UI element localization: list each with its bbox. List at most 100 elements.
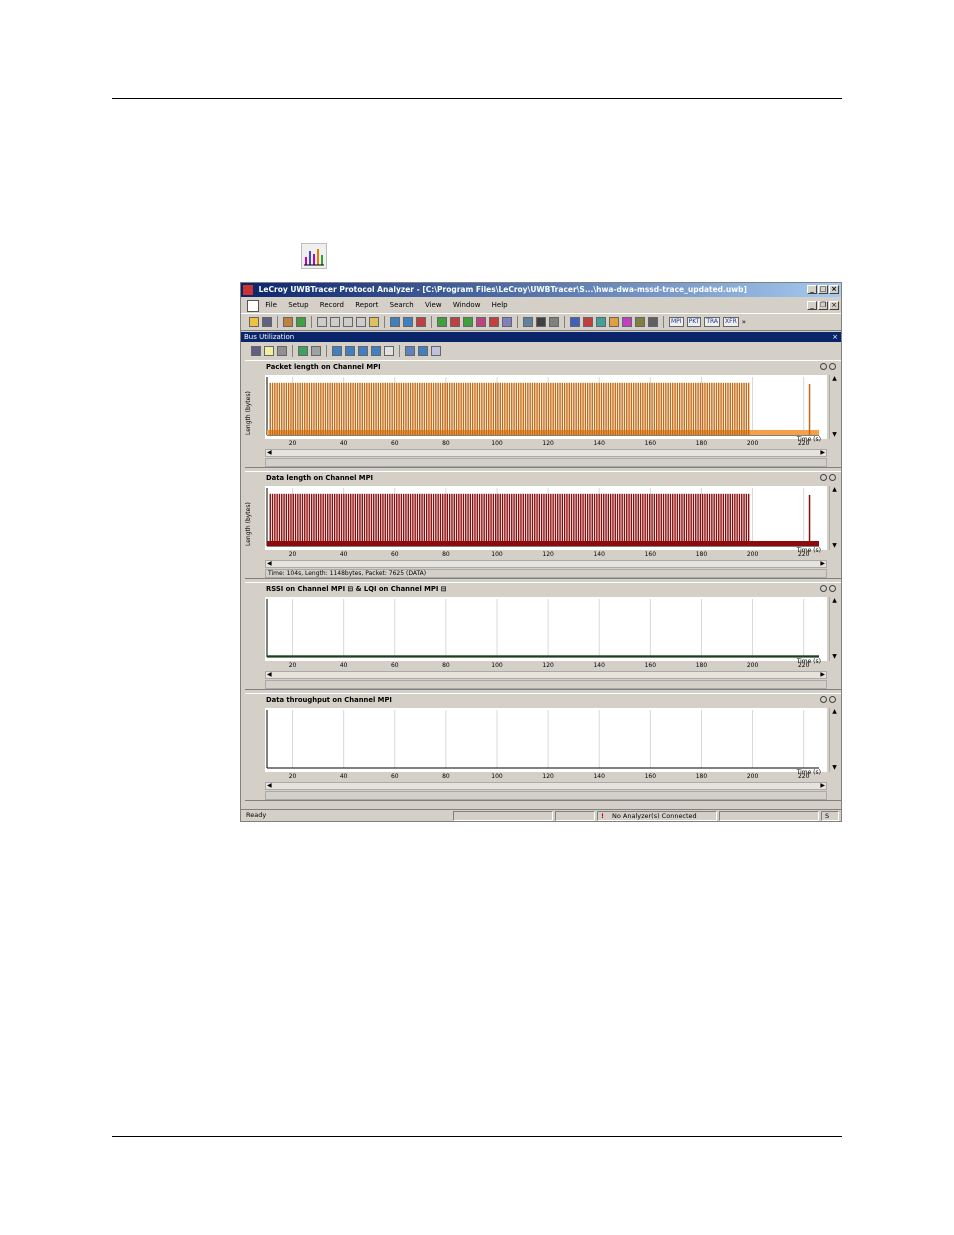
document-icon[interactable] [247, 300, 259, 312]
horizontal-scrollbar[interactable]: ◀ ▶ [265, 671, 827, 679]
fit-to-graph-icon[interactable] [384, 346, 394, 356]
bus-utilization-toolbar-icon[interactable] [622, 317, 632, 327]
minimize-button[interactable]: _ [807, 285, 817, 294]
data-bar [317, 382, 320, 435]
window-titlebar[interactable]: LeCroy UWBTracer Protocol Analyzer - [C:… [241, 283, 841, 297]
mpi-level-button[interactable]: MPI [669, 317, 684, 327]
panel-copy-icon[interactable] [264, 346, 274, 356]
search-packet-icon[interactable] [476, 317, 486, 327]
link-icon[interactable] [418, 346, 428, 356]
data-bar [731, 493, 734, 546]
data-bar [476, 493, 478, 546]
data-bar [299, 382, 301, 435]
transaction-icon[interactable] [502, 317, 512, 327]
upload-icon[interactable] [343, 317, 353, 327]
close-button[interactable]: × [829, 285, 839, 294]
graph-close-icon[interactable] [829, 585, 836, 592]
graph-close-icon[interactable] [829, 474, 836, 481]
collapse-icon[interactable] [820, 363, 827, 370]
zoom-in-icon[interactable] [390, 317, 400, 327]
display-options-icon[interactable] [523, 317, 533, 327]
horizontal-scrollbar[interactable]: ◀ ▶ [265, 560, 827, 568]
find-icon[interactable] [536, 317, 546, 327]
sync-icon[interactable] [405, 346, 415, 356]
hide-icon[interactable] [450, 317, 460, 327]
menu-window[interactable]: Window [453, 298, 481, 312]
data-bar [359, 493, 361, 546]
edit-icon[interactable] [356, 317, 366, 327]
panel-save-icon[interactable] [251, 346, 261, 356]
toolbar-overflow-button[interactable]: » [742, 318, 746, 326]
filter-out-icon[interactable] [463, 317, 473, 327]
open-icon[interactable] [249, 317, 259, 327]
traffic-icon[interactable] [609, 317, 619, 327]
find-next-icon[interactable] [549, 317, 559, 327]
mdi-restore-button[interactable]: ❐ [818, 301, 828, 310]
x-tick-label: 140 [593, 662, 605, 669]
toolbar-separator [663, 316, 664, 328]
packet-view-icon[interactable] [570, 317, 580, 327]
vertical-scrollbar[interactable]: ▲ ▼ [829, 375, 839, 439]
data-bar [462, 382, 465, 435]
menu-report[interactable]: Report [355, 298, 378, 312]
horizontal-zoom-in-icon[interactable] [332, 346, 342, 356]
decode-icon[interactable] [596, 317, 606, 327]
data-bar [669, 493, 672, 546]
vertical-zoom-in-icon[interactable] [358, 346, 368, 356]
menu-file[interactable]: File [265, 298, 277, 312]
menu-record[interactable]: Record [320, 298, 344, 312]
graph-properties-icon[interactable] [311, 346, 321, 356]
stop-icon[interactable] [330, 317, 340, 327]
maximize-button[interactable]: □ [818, 285, 828, 294]
mdi-minimize-button[interactable]: _ [807, 301, 817, 310]
data-bar [628, 493, 630, 546]
recording-options-icon[interactable] [296, 317, 306, 327]
collapse-icon[interactable] [820, 696, 827, 703]
menu-setup[interactable]: Setup [288, 298, 308, 312]
save-icon[interactable] [262, 317, 272, 327]
tra-level-button[interactable]: TRA [704, 317, 721, 327]
menu-view[interactable]: View [425, 298, 442, 312]
vertical-scrollbar[interactable]: ▲ ▼ [829, 486, 839, 550]
horizontal-scrollbar[interactable]: ◀ ▶ [265, 782, 827, 790]
settings-icon[interactable] [283, 317, 293, 327]
data-bar [508, 382, 511, 435]
data-bar [729, 493, 731, 546]
vertical-scrollbar[interactable]: ▲ ▼ [829, 708, 839, 772]
plot-area[interactable]: 20 40 60 80 100 120 140 160 180 200 220 Time (s) [265, 486, 827, 558]
graph-close-icon[interactable] [829, 696, 836, 703]
report-icon[interactable] [369, 317, 379, 327]
data-bar [439, 493, 442, 546]
x-tick-label: 40 [340, 440, 348, 447]
graph-close-icon[interactable] [829, 363, 836, 370]
collapse-icon[interactable] [820, 585, 827, 592]
x-tick-label: 160 [645, 551, 657, 558]
print-icon[interactable] [277, 346, 287, 356]
hide-packet-icon[interactable] [489, 317, 499, 327]
mdi-close-button[interactable]: × [829, 301, 839, 310]
collapse-icon[interactable] [820, 474, 827, 481]
zoom-out-icon[interactable] [403, 317, 413, 327]
data-bar [580, 493, 582, 546]
plot-area[interactable]: 20 40 60 80 100 120 140 160 180 200 220 Time (s) [265, 375, 827, 447]
menu-search[interactable]: Search [390, 298, 414, 312]
horizontal-scrollbar[interactable]: ◀ ▶ [265, 449, 827, 457]
plot-area[interactable]: 20 40 60 80 100 120 140 160 180 200 220 Time (s) [265, 708, 827, 780]
pkt-level-button[interactable]: PKT [686, 317, 702, 327]
vertical-scrollbar[interactable]: ▲ ▼ [829, 597, 839, 661]
filter-icon[interactable] [437, 317, 447, 327]
timing-icon[interactable] [583, 317, 593, 327]
record-icon[interactable] [317, 317, 327, 327]
wrap-icon[interactable] [416, 317, 426, 327]
panel-close-button[interactable]: × [832, 332, 838, 342]
scale-icon[interactable] [431, 346, 441, 356]
vertical-zoom-out-icon[interactable] [371, 346, 381, 356]
horizontal-zoom-out-icon[interactable] [345, 346, 355, 356]
data-bar [713, 382, 715, 435]
xfr-level-button[interactable]: XFR [723, 317, 739, 327]
statistics-icon[interactable] [635, 317, 645, 327]
data-view-icon[interactable] [648, 317, 658, 327]
plot-area[interactable]: 20 40 60 80 100 120 140 160 180 200 220 Time (s) [265, 597, 827, 669]
graph-areas-icon[interactable] [298, 346, 308, 356]
menu-help[interactable]: Help [492, 298, 508, 312]
